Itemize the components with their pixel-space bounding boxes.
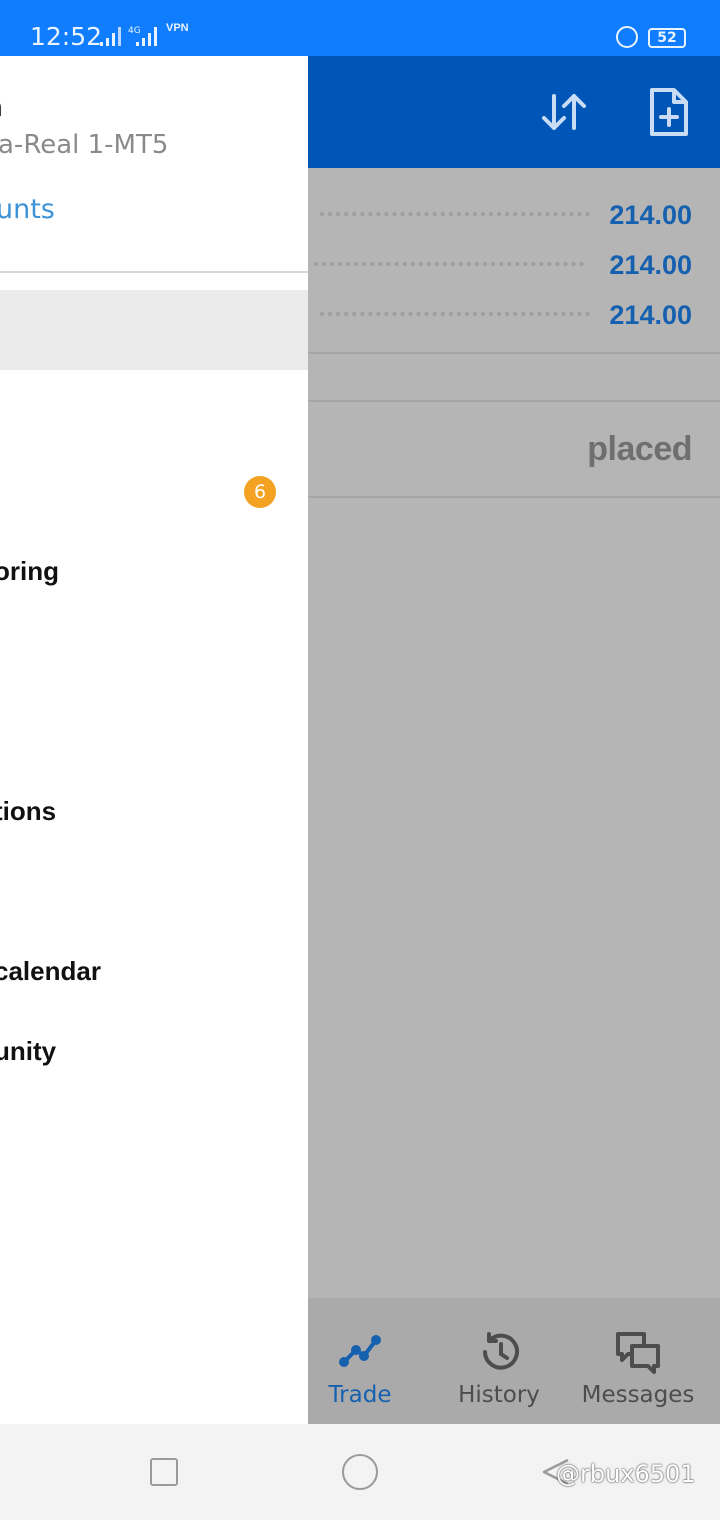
equity-row: 214.00 [308, 236, 720, 286]
history-clock-icon [483, 1332, 519, 1370]
manage-accounts-link[interactable]: unts [0, 194, 55, 225]
tab-trade-label: Trade [328, 1382, 392, 1408]
navigation-drawer: n a-Real 1-MT5 unts 6 oring tions calend… [0, 56, 308, 1424]
section-divider [308, 400, 720, 402]
tab-history[interactable]: History [444, 1298, 554, 1424]
messages-chat-icon [616, 1332, 660, 1374]
sort-arrows-icon[interactable] [536, 82, 592, 142]
dotted-leader [314, 262, 584, 266]
drawer-item-selected[interactable] [0, 290, 308, 370]
signal-4g-icon: 4G [128, 26, 157, 46]
free-margin-value: 214.00 [609, 300, 692, 330]
system-navigation-bar: @rbux6501 [0, 1424, 720, 1520]
section-divider [308, 352, 720, 354]
drawer-item-monitoring[interactable]: oring [0, 556, 59, 587]
drawer-item-economic-calendar[interactable]: calendar [0, 956, 101, 987]
new-document-icon[interactable] [640, 82, 696, 142]
tab-messages-label: Messages [581, 1382, 695, 1408]
balance-value: 214.00 [609, 200, 692, 230]
tab-history-label: History [458, 1382, 540, 1408]
drawer-item-community[interactable]: unity [0, 1036, 56, 1067]
section-divider [308, 496, 720, 498]
account-server: a-Real 1-MT5 [0, 130, 169, 160]
balance-row: 214.00 [308, 186, 720, 236]
signal-icon [100, 27, 121, 46]
account-name: n [0, 92, 3, 123]
bottom-navigation: Trade History Messages [308, 1298, 720, 1424]
recent-apps-button[interactable] [150, 1458, 178, 1486]
mailbox-badge: 6 [244, 476, 276, 508]
dotted-leader [320, 312, 590, 316]
watermark: @rbux6501 [556, 1460, 696, 1488]
trade-chart-icon [339, 1335, 381, 1367]
rotation-lock-icon [616, 26, 638, 48]
drawer-item-subscriptions[interactable]: tions [0, 796, 56, 827]
home-button[interactable] [342, 1454, 378, 1490]
orders-empty-text: placed [587, 430, 692, 468]
network-label: 4G [128, 26, 141, 36]
battery-icon: 52 [648, 28, 686, 48]
status-bar: 12:52 4G VPN 52 [0, 0, 720, 56]
status-time: 12:52 [30, 22, 103, 51]
tab-messages[interactable]: Messages [578, 1298, 698, 1424]
equity-value: 214.00 [609, 250, 692, 280]
drawer-divider [0, 271, 308, 273]
vpn-icon: VPN [166, 22, 189, 34]
dotted-leader [320, 212, 590, 216]
tab-trade[interactable]: Trade [308, 1298, 412, 1424]
free-margin-row: 214.00 [308, 286, 720, 336]
